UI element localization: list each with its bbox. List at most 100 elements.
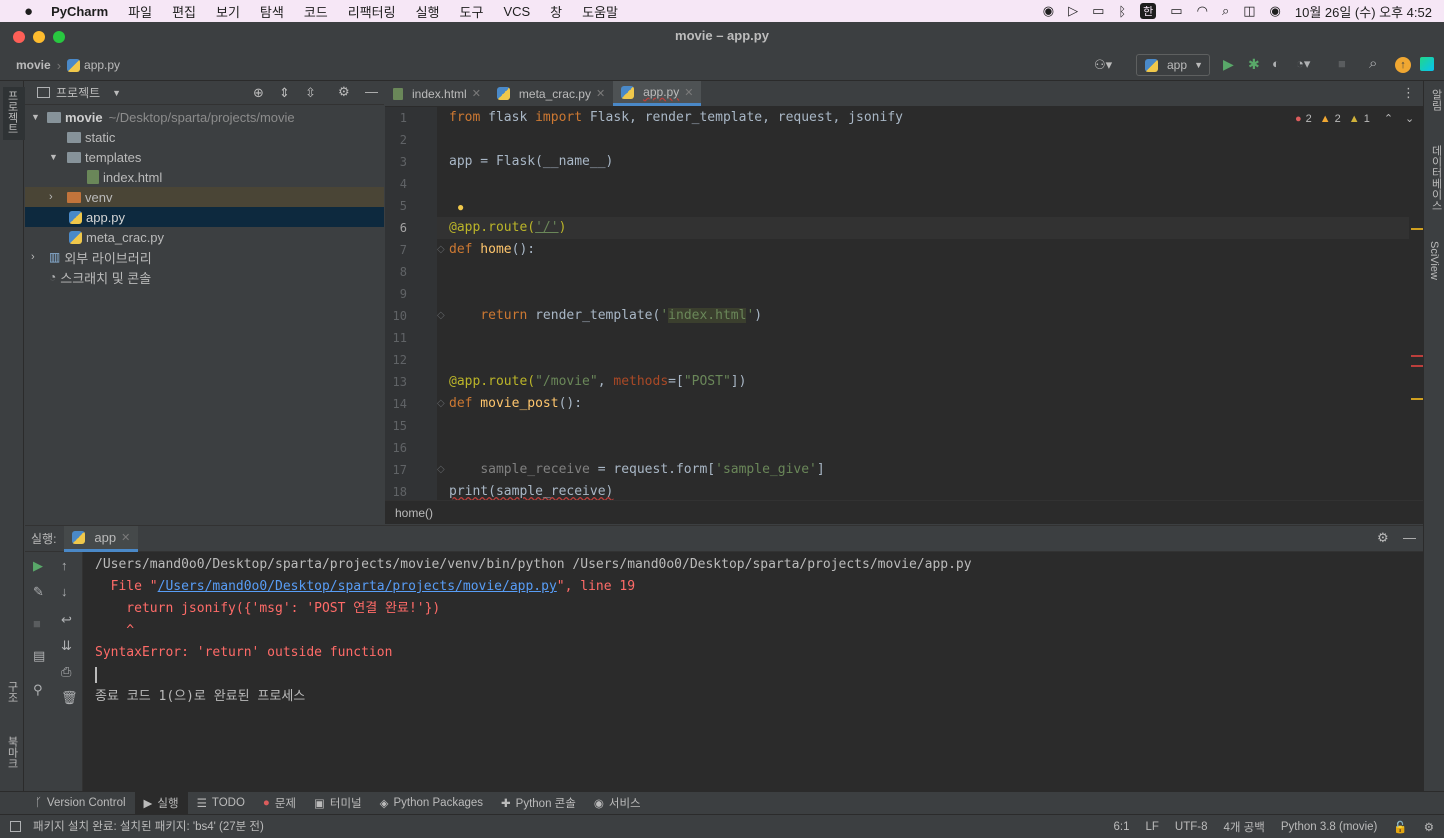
print-icon[interactable]: ⎙ — [61, 664, 71, 680]
notifications-tool-tab[interactable]: 알림 — [1428, 89, 1444, 114]
input-method-icon[interactable]: 한 — [1140, 3, 1157, 19]
project-view-selector[interactable]: 프로젝트 — [56, 84, 100, 101]
tool-tab-python-console[interactable]: ✚ Python 콘솔 — [492, 792, 585, 815]
chevron-up-icon[interactable]: ⌃ — [1384, 112, 1393, 125]
sciview-tool-tab[interactable]: SciView — [1428, 241, 1440, 283]
code-breadcrumb[interactable]: home() — [385, 500, 1423, 524]
chevron-down-icon[interactable]: ▼ — [49, 152, 67, 162]
profile-icon[interactable]: ◔▾ — [1296, 56, 1310, 72]
line-separator[interactable]: LF — [1145, 821, 1158, 833]
breadcrumb-file[interactable]: app.py — [84, 58, 120, 72]
tab-meta-crac-py[interactable]: meta_crac.py ✕ — [489, 81, 613, 106]
spotlight-icon[interactable]: ⌕ — [1222, 3, 1229, 19]
siri-icon[interactable]: ◉ — [1270, 3, 1281, 19]
update-icon[interactable]: ↑ — [1395, 57, 1411, 73]
screen-icon[interactable]: ▭ — [1092, 3, 1104, 19]
fold-icon[interactable]: ◇ — [437, 398, 445, 409]
wifi-icon[interactable]: ◠ — [1197, 3, 1208, 19]
menu-view[interactable]: 보기 — [216, 2, 240, 21]
tab-app-py[interactable]: app.py ✕ — [613, 81, 702, 106]
run-tab-app[interactable]: app ✕ — [64, 525, 139, 552]
apple-icon[interactable]: ● — [24, 3, 33, 20]
fold-icon[interactable]: ◇ — [437, 310, 445, 321]
code-area[interactable]: from flask import Flask, render_template… — [449, 107, 1409, 500]
tool-tab-problems[interactable]: ● 문제 — [254, 792, 305, 815]
menu-edit[interactable]: 편집 — [172, 2, 196, 21]
close-icon[interactable]: ✕ — [472, 87, 481, 100]
search-icon[interactable]: ⌕ — [1369, 55, 1377, 72]
trash-icon[interactable]: 🗑 — [61, 690, 78, 706]
tree-item-meta-crac-py[interactable]: meta_crac.py — [25, 227, 384, 247]
debug-icon[interactable]: ✱ — [1248, 56, 1260, 73]
hide-icon[interactable]: — — [1403, 530, 1416, 545]
stop-icon[interactable]: ■ — [33, 616, 41, 631]
lock-icon[interactable]: 🔓 — [1393, 820, 1407, 834]
tool-tab-services[interactable]: ◉ 서비스 — [585, 792, 650, 815]
tree-item-scratches[interactable]: ◔ 스크래치 및 콘솔 — [25, 267, 384, 287]
jetbrains-icon[interactable] — [1420, 57, 1434, 71]
breadcrumb-project[interactable]: movie — [16, 58, 51, 72]
chevron-down-icon[interactable]: ⌄ — [1405, 112, 1414, 125]
python-interpreter[interactable]: Python 3.8 (movie) — [1281, 821, 1378, 833]
collapse-all-icon[interactable]: ⇳ — [305, 85, 316, 101]
close-icon[interactable]: ✕ — [684, 86, 693, 99]
toggle-tool-windows-icon[interactable] — [10, 820, 21, 832]
locate-icon[interactable]: ⊕ — [253, 85, 264, 101]
wrench-icon[interactable]: ✎ — [33, 584, 44, 600]
fold-icon[interactable]: ◇ — [437, 464, 445, 475]
chevron-down-icon[interactable]: ▼ — [31, 112, 47, 122]
menu-tools[interactable]: 도구 — [460, 2, 484, 21]
menu-refactor[interactable]: 리팩터링 — [348, 2, 396, 21]
app-menu[interactable]: PyCharm — [51, 4, 108, 19]
tree-item-venv[interactable]: › venv — [25, 187, 384, 207]
scroll-up-icon[interactable]: ↑ — [61, 558, 68, 573]
indent-setting[interactable]: 4개 공백 — [1224, 819, 1265, 835]
menu-run[interactable]: 실행 — [416, 2, 440, 21]
run-config-select[interactable]: app ▼ — [1136, 54, 1210, 76]
status-message[interactable]: 패키지 설치 완료: 설치된 패키지: 'bs4' (27분 전) — [33, 818, 264, 834]
chevron-down-icon[interactable]: ▼ — [112, 88, 121, 98]
hide-icon[interactable]: — — [365, 84, 378, 99]
run-icon[interactable]: ▶ — [1223, 56, 1234, 73]
tool-tab-version-control[interactable]: ᚴ Version Control — [26, 792, 135, 815]
bluetooth-icon[interactable]: ᛒ — [1118, 4, 1126, 19]
menu-navigate[interactable]: 탐색 — [260, 2, 284, 21]
tool-tab-todo[interactable]: ☰ TODO — [188, 792, 254, 815]
tool-tab-terminal[interactable]: ▣ 터미널 — [305, 792, 371, 815]
gear-icon[interactable]: ⚙ — [338, 84, 350, 100]
database-tool-tab[interactable]: 데이터베이스 — [1428, 145, 1444, 214]
menu-window[interactable]: 창 — [550, 2, 562, 21]
tool-tab-python-packages[interactable]: ◈ Python Packages — [371, 792, 492, 815]
close-icon[interactable]: ✕ — [596, 87, 605, 100]
scrollbar-track[interactable] — [1411, 133, 1423, 498]
inspection-widget[interactable]: ● 2 ▲ 2 ▲ 1 ⌃ ⌄ — [1295, 112, 1414, 126]
clock[interactable]: 10월 26일 (수) 오후 4:52 — [1295, 2, 1432, 21]
close-icon[interactable]: ✕ — [121, 531, 130, 544]
scroll-down-icon[interactable]: ↓ — [61, 584, 68, 599]
expand-all-icon[interactable]: ⇕ — [279, 85, 290, 101]
file-encoding[interactable]: UTF-8 — [1175, 821, 1208, 833]
caret-position[interactable]: 6:1 — [1113, 821, 1129, 833]
minimize-window-button[interactable] — [33, 31, 45, 43]
tree-item-external-libraries[interactable]: › ▥ 외부 라이브러리 — [25, 247, 384, 267]
chevron-right-icon[interactable]: › — [31, 251, 49, 263]
tree-item-app-py[interactable]: app.py — [25, 207, 384, 227]
more-icon[interactable]: ⋮ — [1402, 85, 1415, 101]
soft-wrap-icon[interactable]: ↩ — [61, 612, 72, 628]
run-console-output[interactable]: /Users/mand0o0/Desktop/sparta/projects/m… — [95, 554, 1415, 784]
notification-icon[interactable]: ◉ — [1043, 3, 1054, 19]
close-window-button[interactable] — [13, 31, 25, 43]
tree-item-root[interactable]: ▼ movie ~/Desktop/sparta/projects/movie — [25, 107, 384, 127]
menu-file[interactable]: 파일 — [128, 2, 152, 21]
menu-code[interactable]: 코드 — [304, 2, 328, 21]
scroll-to-end-icon[interactable]: ⇊ — [61, 638, 72, 654]
coverage-icon[interactable]: ◐ — [1272, 56, 1280, 71]
gear-icon[interactable]: ⚙ — [1377, 530, 1389, 546]
battery-icon[interactable]: ▭ — [1170, 3, 1182, 19]
tab-index-html[interactable]: index.html ✕ — [385, 81, 489, 106]
chevron-right-icon[interactable]: › — [49, 191, 67, 203]
menu-help[interactable]: 도움말 — [582, 2, 618, 21]
pin-icon[interactable]: ⚲ — [33, 682, 43, 698]
zoom-window-button[interactable] — [53, 31, 65, 43]
rerun-icon[interactable]: ▶ — [33, 558, 43, 574]
